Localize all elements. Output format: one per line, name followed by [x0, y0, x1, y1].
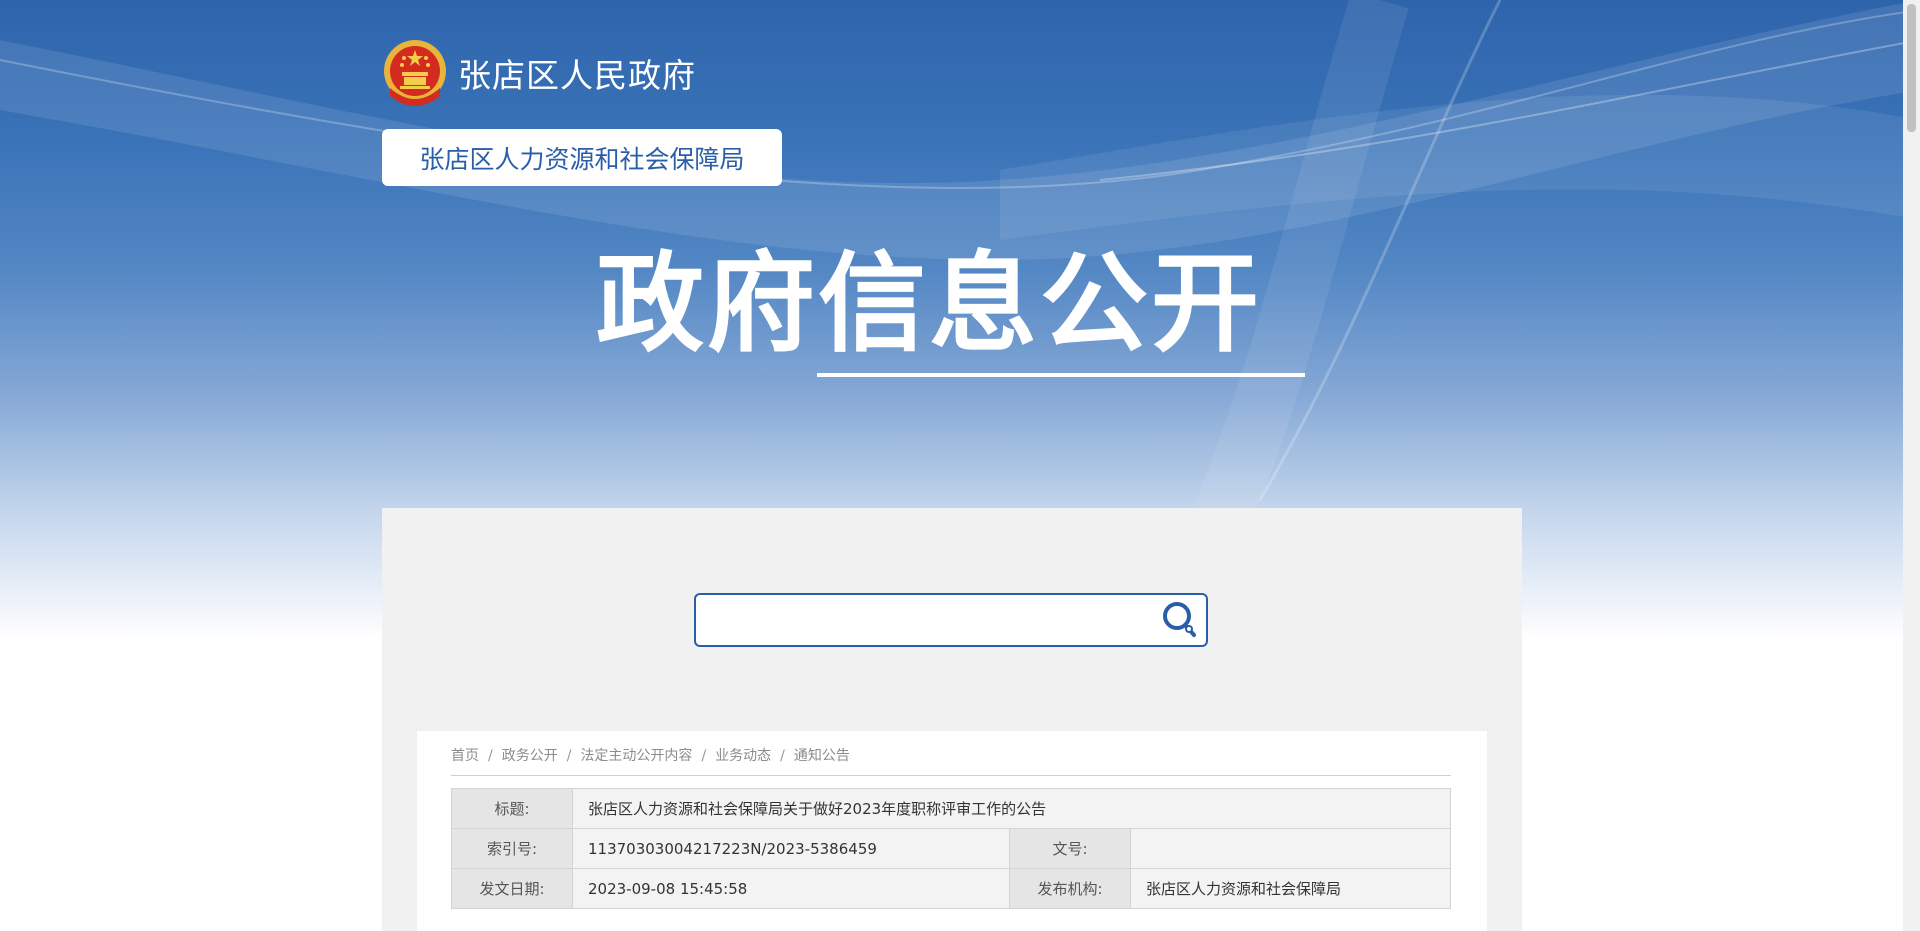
search-button[interactable] — [1160, 600, 1202, 640]
org-value: 张店区人力资源和社会保障局 — [1130, 868, 1451, 909]
org-label: 发布机构: — [1009, 868, 1131, 909]
date-value: 2023-09-08 15:45:58 — [572, 868, 1010, 909]
breadcrumb-home[interactable]: 首页 — [451, 748, 479, 764]
site-logo[interactable]: 张店区人民政府 — [382, 38, 696, 108]
index-value: 11370303004217223N/2023-5386459 — [572, 828, 1010, 869]
scrollbar-thumb[interactable] — [1907, 4, 1916, 132]
breadcrumb-separator: / — [780, 748, 785, 764]
department-name: 张店区人力资源和社会保障局 — [419, 144, 745, 174]
search-icon — [1163, 602, 1196, 637]
search-box — [694, 593, 1208, 647]
main-panel: 首页 / 政务公开 / 法定主动公开内容 / 业务动态 / 通知公告 标题: 张店区人力资源和社… — [382, 508, 1522, 931]
table-row: 标题: 张店区人力资源和社会保障局关于做好2023年度职称评审工作的公告 — [451, 788, 1451, 829]
breadcrumb-business-news[interactable]: 业务动态 — [715, 748, 771, 764]
breadcrumb-statutory-content[interactable]: 法定主动公开内容 — [580, 748, 692, 764]
page-scrollbar[interactable] — [1903, 0, 1920, 931]
title-underline — [817, 373, 1305, 377]
table-row: 索引号: 11370303004217223N/2023-5386459 文号: — [451, 828, 1451, 869]
search-input[interactable] — [706, 603, 1140, 637]
department-badge[interactable]: 张店区人力资源和社会保障局 — [382, 129, 782, 186]
site-name: 张店区人民政府 — [458, 56, 696, 95]
breadcrumb-notices[interactable]: 通知公告 — [794, 748, 850, 764]
section-title: 政府信息公开 — [596, 242, 1263, 367]
breadcrumb-separator: / — [701, 748, 707, 764]
breadcrumb-separator: / — [488, 748, 493, 764]
document-info-table: 标题: 张店区人力资源和社会保障局关于做好2023年度职称评审工作的公告 索引号… — [451, 788, 1451, 909]
table-row: 发文日期: 2023-09-08 15:45:58 发布机构: 张店区人力资源和… — [451, 868, 1451, 909]
article-content: 首页 / 政务公开 / 法定主动公开内容 / 业务动态 / 通知公告 标题: 张店区人力资源和社… — [417, 731, 1487, 931]
title-label: 标题: — [451, 788, 573, 829]
national-emblem-icon — [384, 40, 446, 106]
date-label: 发文日期: — [451, 868, 573, 909]
docno-label: 文号: — [1009, 828, 1131, 869]
breadcrumb: 首页 / 政务公开 / 法定主动公开内容 / 业务动态 / 通知公告 — [451, 745, 1451, 776]
breadcrumb-government-affairs[interactable]: 政务公开 — [502, 748, 558, 764]
docno-value — [1130, 828, 1451, 869]
index-label: 索引号: — [451, 828, 573, 869]
breadcrumb-separator: / — [566, 748, 572, 764]
title-value: 张店区人力资源和社会保障局关于做好2023年度职称评审工作的公告 — [572, 788, 1451, 829]
